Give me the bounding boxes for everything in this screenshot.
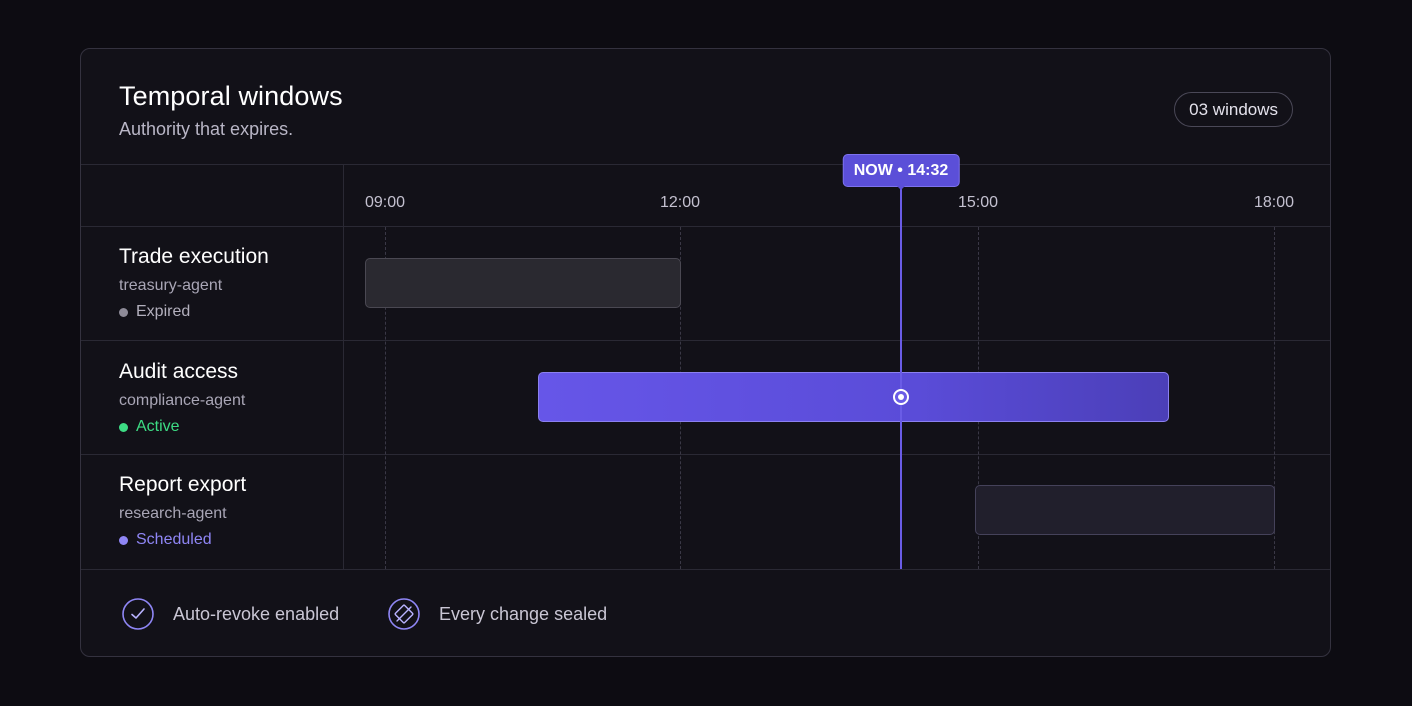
footer-sealed-label: Every change sealed xyxy=(439,603,608,624)
row-title: Audit access xyxy=(119,360,239,383)
row-trade-execution[interactable]: Trade execution treasury-agent Expired xyxy=(119,245,269,321)
status-scheduled: Scheduled xyxy=(119,531,246,549)
status-label: Expired xyxy=(136,303,191,320)
status-active: Active xyxy=(119,418,245,436)
clock-check-icon xyxy=(121,597,155,631)
label-column-divider xyxy=(343,164,344,569)
window-count-badge: 03 windows xyxy=(1174,92,1293,127)
footer-sealed: Every change sealed xyxy=(387,597,607,631)
axis-divider xyxy=(81,226,1330,227)
window-bar-scheduled[interactable] xyxy=(975,485,1275,535)
row-agent: research-agent xyxy=(119,505,227,522)
row-agent: treasury-agent xyxy=(119,277,223,294)
footer-auto-revoke: Auto-revoke enabled xyxy=(121,597,339,631)
tick-label-1200: 12:00 xyxy=(659,194,701,211)
window-bar-active[interactable] xyxy=(538,372,1169,422)
footer-divider xyxy=(81,569,1330,570)
row-title: Report export xyxy=(119,473,247,496)
status-expired: Expired xyxy=(119,303,269,321)
now-line xyxy=(900,187,902,569)
now-marker-label: NOW • 14:32 xyxy=(842,154,960,187)
footer-auto-revoke-label: Auto-revoke enabled xyxy=(173,603,340,624)
row-report-export[interactable]: Report export research-agent Scheduled xyxy=(119,473,246,549)
seal-icon xyxy=(387,597,421,631)
temporal-windows-card: Temporal windows Authority that expires.… xyxy=(80,48,1331,657)
status-dot xyxy=(119,307,128,317)
status-label: Active xyxy=(136,418,180,435)
now-marker-caret xyxy=(895,184,907,190)
row-title: Trade execution xyxy=(119,245,269,268)
card-subtitle: Authority that expires. xyxy=(119,119,294,139)
tick-label-1500: 15:00 xyxy=(957,194,999,211)
row-audit-access[interactable]: Audit access compliance-agent Active xyxy=(119,360,245,436)
row-agent: compliance-agent xyxy=(119,392,246,409)
status-dot xyxy=(119,535,128,545)
card-title: Temporal windows xyxy=(119,81,343,111)
header-divider xyxy=(81,164,1330,165)
status-dot xyxy=(119,422,128,432)
row-divider xyxy=(81,340,1330,341)
status-label: Scheduled xyxy=(136,531,212,548)
tick-label-1800: 18:00 xyxy=(1253,194,1295,211)
window-bar-expired[interactable] xyxy=(365,258,681,308)
row-divider xyxy=(81,454,1330,455)
tick-label-0900: 09:00 xyxy=(364,194,406,211)
now-knob[interactable] xyxy=(893,389,909,405)
